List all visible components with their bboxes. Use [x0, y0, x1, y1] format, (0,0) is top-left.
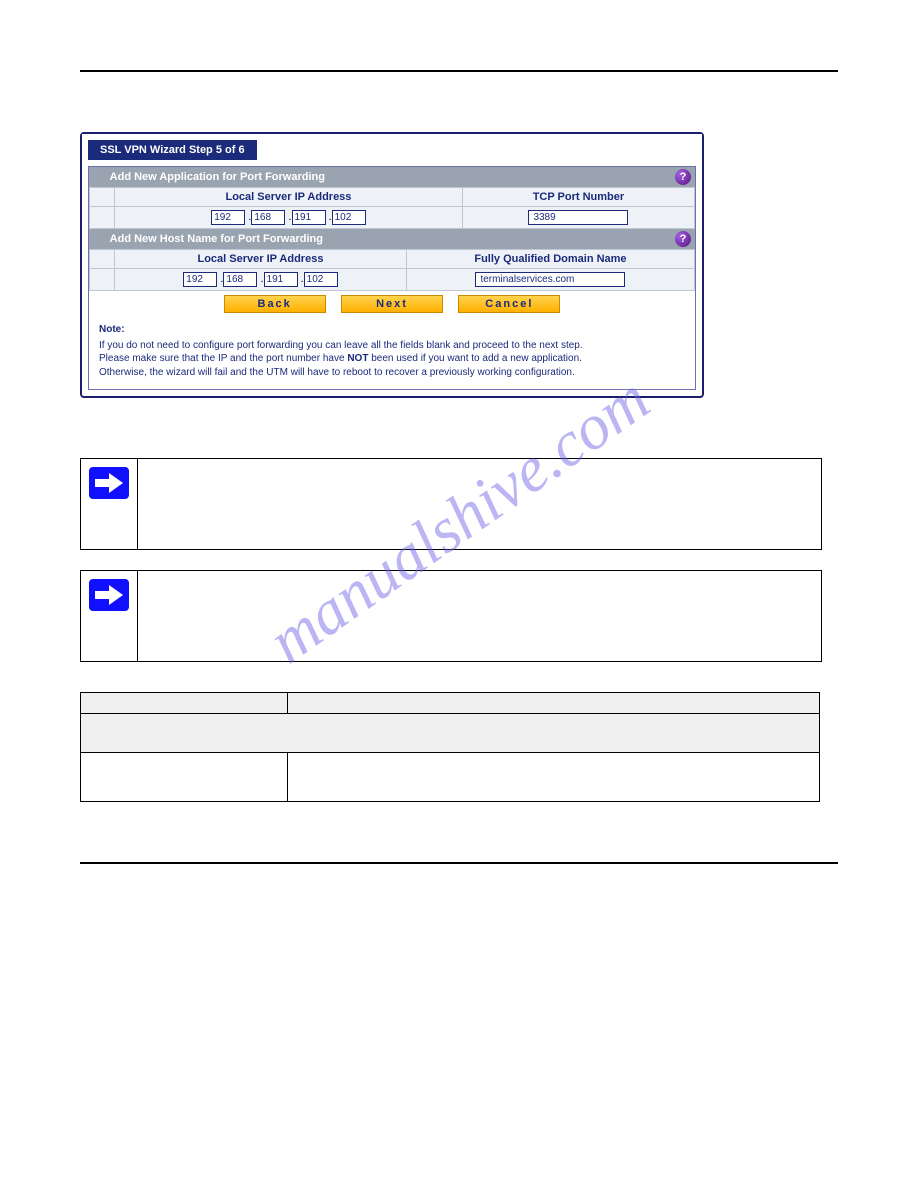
ip-octet-4[interactable]	[332, 210, 366, 225]
callout-note-2	[80, 570, 822, 662]
section-header-app: Add New Application for Port Forwarding …	[89, 167, 695, 187]
grid-stub	[90, 207, 115, 229]
ip-octet-3[interactable]	[292, 210, 326, 225]
callout-icon-cell	[81, 571, 138, 661]
host-ip-cell: . . .	[115, 269, 407, 291]
tcp-port-input[interactable]	[528, 210, 628, 225]
ip-octet-2b[interactable]	[223, 272, 257, 287]
back-button[interactable]: Back	[224, 295, 326, 313]
grid-stub	[90, 250, 115, 269]
ip-octet-1[interactable]	[211, 210, 245, 225]
drag-dots-icon	[95, 172, 103, 180]
wizard-tab: SSL VPN Wizard Step 5 of 6	[88, 140, 257, 160]
col-header-fqdn: Fully Qualified Domain Name	[406, 250, 694, 269]
next-button[interactable]: Next	[341, 295, 443, 313]
section-title-app: Add New Application for Port Forwarding	[110, 171, 325, 183]
settings-cell-1	[81, 753, 288, 802]
callout-body-1	[138, 459, 821, 549]
wizard-note: Note: If you do not need to configure po…	[89, 317, 695, 389]
fqdn-input[interactable]	[475, 272, 625, 287]
callout-body-2	[138, 571, 821, 661]
tab-bar: SSL VPN Wizard Step 5 of 6	[82, 134, 702, 160]
note-line-3: Otherwise, the wizard will fail and the …	[99, 367, 575, 378]
settings-cell-2	[287, 753, 819, 802]
settings-table	[80, 692, 820, 802]
col-header-ip: Local Server IP Address	[115, 188, 463, 207]
bottom-rule	[80, 862, 838, 864]
settings-section-row	[81, 714, 820, 753]
button-row: Back Next Cancel	[89, 291, 695, 317]
note-header: Note:	[99, 323, 685, 337]
drag-dots-icon	[95, 234, 103, 242]
ip-octet-2[interactable]	[251, 210, 285, 225]
arrow-right-icon	[89, 579, 129, 611]
grid-stub	[90, 269, 115, 291]
ip-octet-1b[interactable]	[183, 272, 217, 287]
note-line-2b: NOT	[347, 353, 368, 364]
ip-octet-3b[interactable]	[264, 272, 298, 287]
cancel-button[interactable]: Cancel	[458, 295, 560, 313]
wizard-screenshot: SSL VPN Wizard Step 5 of 6 Add New Appli…	[80, 132, 704, 398]
help-icon[interactable]: ?	[675, 231, 691, 247]
settings-col-1	[81, 693, 288, 714]
app-grid: Local Server IP Address TCP Port Number …	[89, 187, 695, 229]
top-rule	[80, 70, 838, 72]
ip-octet-4b[interactable]	[304, 272, 338, 287]
grid-stub	[90, 188, 115, 207]
arrow-right-icon	[89, 467, 129, 499]
help-icon[interactable]: ?	[675, 169, 691, 185]
col-header-ip-2: Local Server IP Address	[115, 250, 407, 269]
callout-icon-cell	[81, 459, 138, 549]
app-port-cell	[462, 207, 694, 229]
app-ip-cell: . . .	[115, 207, 463, 229]
host-grid: Local Server IP Address Fully Qualified …	[89, 249, 695, 291]
note-line-1: If you do not need to configure port for…	[99, 340, 583, 351]
host-fqdn-cell	[406, 269, 694, 291]
settings-col-2	[287, 693, 819, 714]
section-header-host: Add New Host Name for Port Forwarding ?	[89, 229, 695, 249]
note-line-2a: Please make sure that the IP and the por…	[99, 353, 347, 364]
note-line-2c: been used if you want to add a new appli…	[368, 353, 581, 364]
callout-note-1	[80, 458, 822, 550]
section-title-host: Add New Host Name for Port Forwarding	[110, 233, 323, 245]
col-header-port: TCP Port Number	[462, 188, 694, 207]
